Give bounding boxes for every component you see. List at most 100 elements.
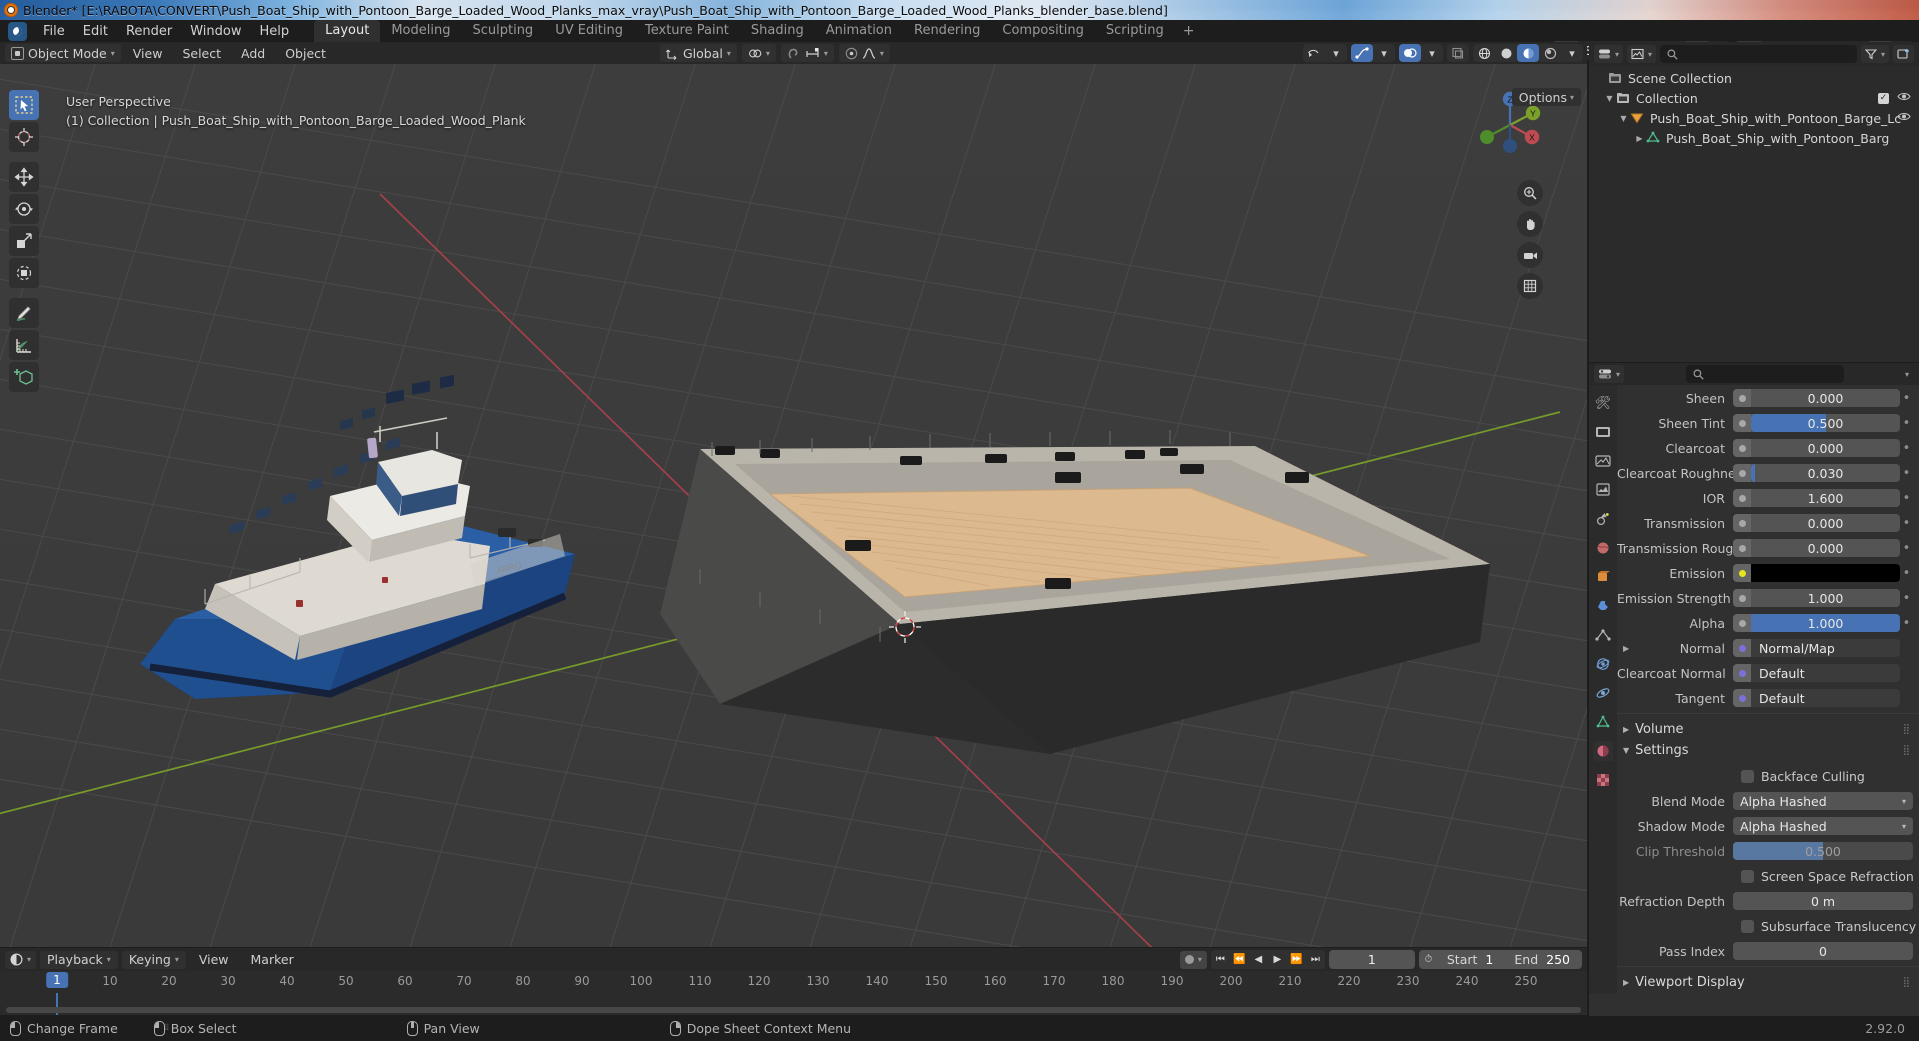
tab-rendering[interactable]: Rendering: [903, 20, 991, 42]
viewport-menu-select[interactable]: Select: [174, 44, 229, 62]
timeline-menu-marker[interactable]: Marker: [242, 952, 303, 967]
backface-culling-checkbox[interactable]: [1741, 769, 1754, 783]
snap-group[interactable]: ▾: [780, 44, 834, 62]
tab-view-layer-properties[interactable]: [1593, 480, 1613, 500]
socket-clearcoat[interactable]: [1733, 439, 1751, 457]
tab-particle-properties[interactable]: [1593, 625, 1613, 645]
toggle-camera-view-button[interactable]: [1517, 242, 1543, 268]
menu-window[interactable]: Window: [181, 22, 250, 41]
tab-modifier-properties[interactable]: [1593, 596, 1613, 616]
jump-to-end-button[interactable]: ⏭: [1306, 950, 1325, 969]
field-clearcoat[interactable]: 0.000: [1751, 439, 1900, 457]
timeline-ruler[interactable]: 1 10 20 30 40 50 60 70 80 90 100 110 120…: [0, 971, 1587, 993]
tab-object-data-properties[interactable]: [1593, 712, 1613, 732]
animate-transmission-icon[interactable]: •: [1900, 516, 1913, 531]
socket-ior[interactable]: [1733, 489, 1751, 507]
field-sheen-tint[interactable]: 0.500: [1751, 414, 1900, 432]
play-button[interactable]: ▶: [1268, 950, 1287, 969]
proportional-editing-group[interactable]: ▾: [838, 44, 890, 62]
field-clearcoat-roughness[interactable]: 0.030: [1751, 464, 1900, 482]
tab-texture-paint[interactable]: Texture Paint: [634, 20, 740, 42]
add-workspace-button[interactable]: +: [1175, 20, 1203, 42]
properties-content[interactable]: Sheen 0.000 • Sheen Tint 0.500 • Clearco…: [1617, 385, 1919, 994]
add-cube-tool-button[interactable]: [9, 362, 39, 392]
zoom-view-button[interactable]: [1517, 180, 1543, 206]
animate-emission-strength-icon[interactable]: •: [1900, 591, 1913, 606]
socket-tangent[interactable]: [1733, 689, 1751, 707]
field-clip-threshold[interactable]: 0.500: [1733, 842, 1913, 860]
tab-object-properties[interactable]: [1593, 567, 1613, 587]
timeline-body[interactable]: [0, 993, 1587, 1015]
prop-row-ior[interactable]: IOR 1.600 •: [1617, 488, 1919, 508]
annotate-tool-button[interactable]: [9, 298, 39, 328]
row-screen-space-refraction[interactable]: Screen Space Refraction: [1617, 866, 1919, 886]
3d-viewport[interactable]: ARRO User Perspective (1) Collection | P…: [0, 64, 1587, 947]
prop-row-alpha[interactable]: Alpha 1.000 •: [1617, 613, 1919, 633]
xray-toggle[interactable]: [1447, 44, 1469, 62]
properties-search-input[interactable]: [1685, 365, 1844, 383]
prop-row-normal[interactable]: Normal ▶ Normal/Map: [1617, 638, 1919, 658]
prop-row-sheen-tint[interactable]: Sheen Tint 0.500 •: [1617, 413, 1919, 433]
tab-physics-properties[interactable]: [1593, 654, 1613, 674]
field-ior[interactable]: 1.600: [1751, 489, 1900, 507]
tab-sculpting[interactable]: Sculpting: [461, 20, 544, 42]
pan-view-button[interactable]: [1517, 211, 1543, 237]
outliner-row-collection[interactable]: ▼ Collection ✓: [1589, 88, 1919, 108]
row-backface-culling[interactable]: Backface Culling: [1617, 766, 1919, 786]
jump-next-keyframe-button[interactable]: ⏩: [1287, 950, 1306, 969]
tab-render-properties[interactable]: [1593, 422, 1613, 442]
socket-normal[interactable]: [1733, 639, 1751, 657]
outliner-new-collection-button[interactable]: [1893, 45, 1914, 63]
properties-options-chevron-down-icon[interactable]: ▾: [1905, 370, 1914, 379]
viewport-menu-add[interactable]: Add: [233, 44, 273, 62]
current-frame-field[interactable]: 1: [1328, 950, 1415, 969]
playback-dropdown[interactable]: Playback ▾: [40, 950, 118, 969]
toggle-orthographic-button[interactable]: [1517, 273, 1543, 299]
field-transmission[interactable]: 0.000: [1751, 514, 1900, 532]
field-refraction-depth[interactable]: 0 m: [1733, 892, 1913, 910]
use-preview-range-icon[interactable]: ⏱: [1419, 950, 1438, 969]
overlays-chevron-down-icon[interactable]: ▾: [1421, 44, 1443, 62]
transform-orientation-dropdown[interactable]: Global ▾: [660, 44, 737, 62]
tab-scene-properties[interactable]: [1593, 509, 1613, 529]
section-viewport-display[interactable]: ▶ Viewport Display ⣿: [1617, 972, 1919, 993]
viewport-menu-object[interactable]: Object: [277, 44, 334, 62]
object-mode-dropdown[interactable]: Object Mode ▾: [5, 44, 121, 62]
socket-sheen-tint[interactable]: [1733, 414, 1751, 432]
menu-render[interactable]: Render: [117, 22, 181, 41]
socket-alpha[interactable]: [1733, 614, 1751, 632]
tab-output-properties[interactable]: [1593, 451, 1613, 471]
measure-tool-button[interactable]: [9, 330, 39, 360]
shading-mode-group[interactable]: ▾: [1473, 44, 1583, 62]
blender-logo-icon[interactable]: [8, 21, 27, 41]
tab-modeling[interactable]: Modeling: [380, 20, 461, 42]
field-emission-color[interactable]: [1751, 564, 1900, 582]
wireframe-shading-icon[interactable]: [1473, 44, 1495, 62]
field-emission-strength[interactable]: 1.000: [1751, 589, 1900, 607]
tab-world-properties[interactable]: [1593, 538, 1613, 558]
collection-expander-icon[interactable]: ▼: [1603, 94, 1616, 103]
current-frame-marker[interactable]: 1: [46, 972, 68, 988]
section-settings[interactable]: ▼ Settings ⣿: [1617, 740, 1919, 761]
tab-compositing[interactable]: Compositing: [991, 20, 1095, 42]
viewport-menu-view[interactable]: View: [125, 44, 171, 62]
outliner-row-object[interactable]: ▼ Push_Boat_Ship_with_Pontoon_Barge_Lc: [1589, 108, 1919, 128]
object-eye-icon[interactable]: [1897, 111, 1911, 125]
outliner-editor-type-button[interactable]: ▾: [1594, 45, 1624, 63]
gizmo-dropdown[interactable]: ▾: [1351, 44, 1395, 62]
tab-shading[interactable]: Shading: [740, 20, 815, 42]
gizmo-chevron-down-icon[interactable]: ▾: [1373, 44, 1395, 62]
prop-row-sheen[interactable]: Sheen 0.000 •: [1617, 388, 1919, 408]
animate-transmission-roughness-icon[interactable]: •: [1900, 541, 1913, 556]
field-transmission-roughness[interactable]: 0.000: [1751, 539, 1900, 557]
outliner-search-input[interactable]: [1660, 45, 1857, 63]
overlays-dropdown[interactable]: ▾: [1399, 44, 1443, 62]
material-preview-shading-icon[interactable]: [1517, 44, 1539, 62]
field-pass-index[interactable]: 0: [1733, 942, 1913, 960]
jump-to-start-button[interactable]: ⏮: [1211, 950, 1230, 969]
prop-row-tangent[interactable]: Tangent Default: [1617, 688, 1919, 708]
shadow-mode-dropdown[interactable]: Alpha Hashed ▾: [1733, 817, 1913, 835]
outliner-row-scene-collection[interactable]: Scene Collection: [1589, 68, 1919, 88]
rendered-shading-icon[interactable]: [1539, 44, 1561, 62]
outliner-filter-button[interactable]: ▾: [1860, 45, 1889, 63]
